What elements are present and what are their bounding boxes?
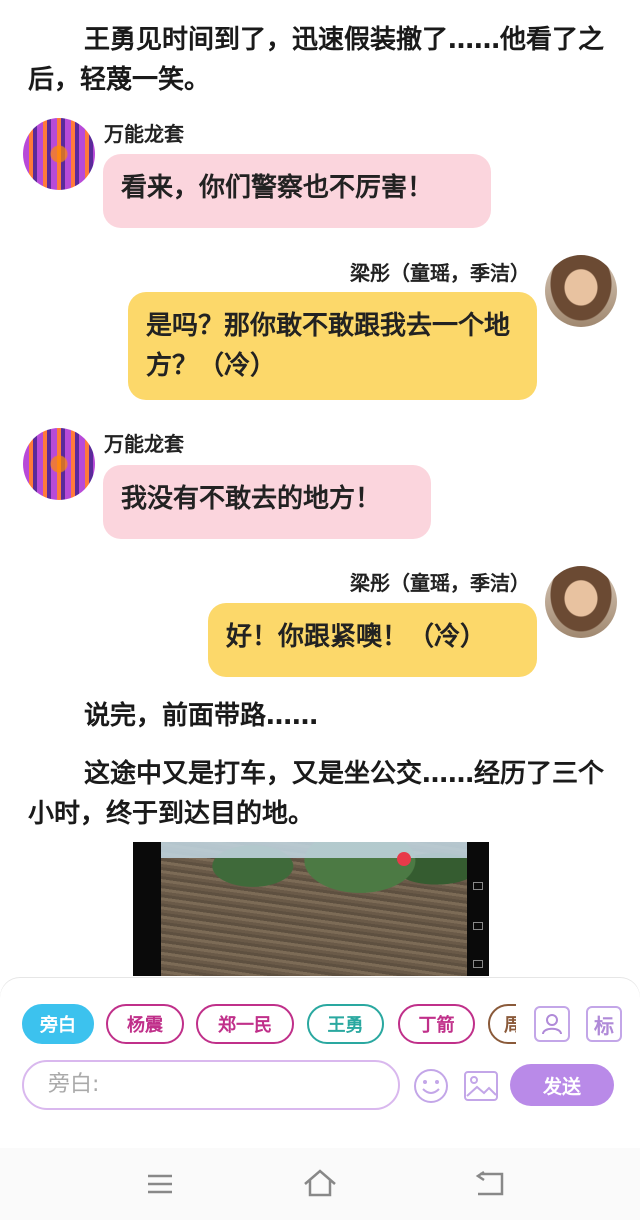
home-icon[interactable] xyxy=(302,1168,338,1198)
sender-name: 梁彤（童瑶，季洁） xyxy=(350,571,530,595)
message-bubble: 看来，你们警察也不厉害！ xyxy=(103,154,491,228)
video-control-icon xyxy=(473,882,483,890)
role-chip[interactable]: 周 xyxy=(488,1004,516,1044)
video-thumbnail[interactable] xyxy=(133,842,489,976)
narration-text: 这途中又是打车，又是坐公交……经历了三个小时，终于到达目的地。 xyxy=(28,759,605,829)
sender-name: 万能龙套 xyxy=(104,122,184,146)
role-chip[interactable]: 丁箭 xyxy=(398,1004,475,1044)
avatar[interactable] xyxy=(23,428,95,500)
avatar[interactable] xyxy=(545,255,617,327)
video-control-icon xyxy=(473,922,483,930)
tag-button[interactable]: 标 xyxy=(586,1006,622,1042)
avatar[interactable] xyxy=(545,566,617,638)
sender-name: 梁彤（童瑶，季洁） xyxy=(350,261,530,285)
menu-icon[interactable] xyxy=(146,1172,174,1196)
image-icon[interactable] xyxy=(463,1068,499,1104)
role-chip-clip: 周 xyxy=(488,1004,516,1044)
message-bubble: 我没有不敢去的地方！ xyxy=(103,465,431,539)
role-chip-narrator[interactable]: 旁白 xyxy=(22,1004,94,1044)
system-nav-bar xyxy=(0,1148,640,1220)
narration-text: 王勇见时间到了，迅速假装撤了……他看了之后，轻蔑一笑。 xyxy=(28,25,605,95)
role-chip[interactable]: 杨震 xyxy=(106,1004,184,1044)
video-scene xyxy=(161,842,467,976)
narration-text: 说完，前面带路…… xyxy=(84,701,319,731)
avatar[interactable] xyxy=(23,118,95,190)
send-button[interactable]: 发送 xyxy=(510,1064,614,1106)
person-card-icon[interactable] xyxy=(534,1006,570,1042)
video-control-icon xyxy=(473,960,483,968)
back-icon[interactable] xyxy=(472,1170,506,1198)
smiley-icon[interactable] xyxy=(413,1068,449,1104)
message-bubble: 好！你跟紧噢！（冷） xyxy=(208,603,537,677)
message-bubble: 是吗？那你敢不敢跟我去一个地方？（冷） xyxy=(128,292,537,400)
role-chip[interactable]: 郑一民 xyxy=(196,1004,294,1044)
record-icon xyxy=(397,852,411,866)
sender-name: 万能龙套 xyxy=(104,432,184,456)
message-input[interactable]: 旁白: xyxy=(22,1060,400,1110)
role-chip[interactable]: 王勇 xyxy=(307,1004,384,1044)
